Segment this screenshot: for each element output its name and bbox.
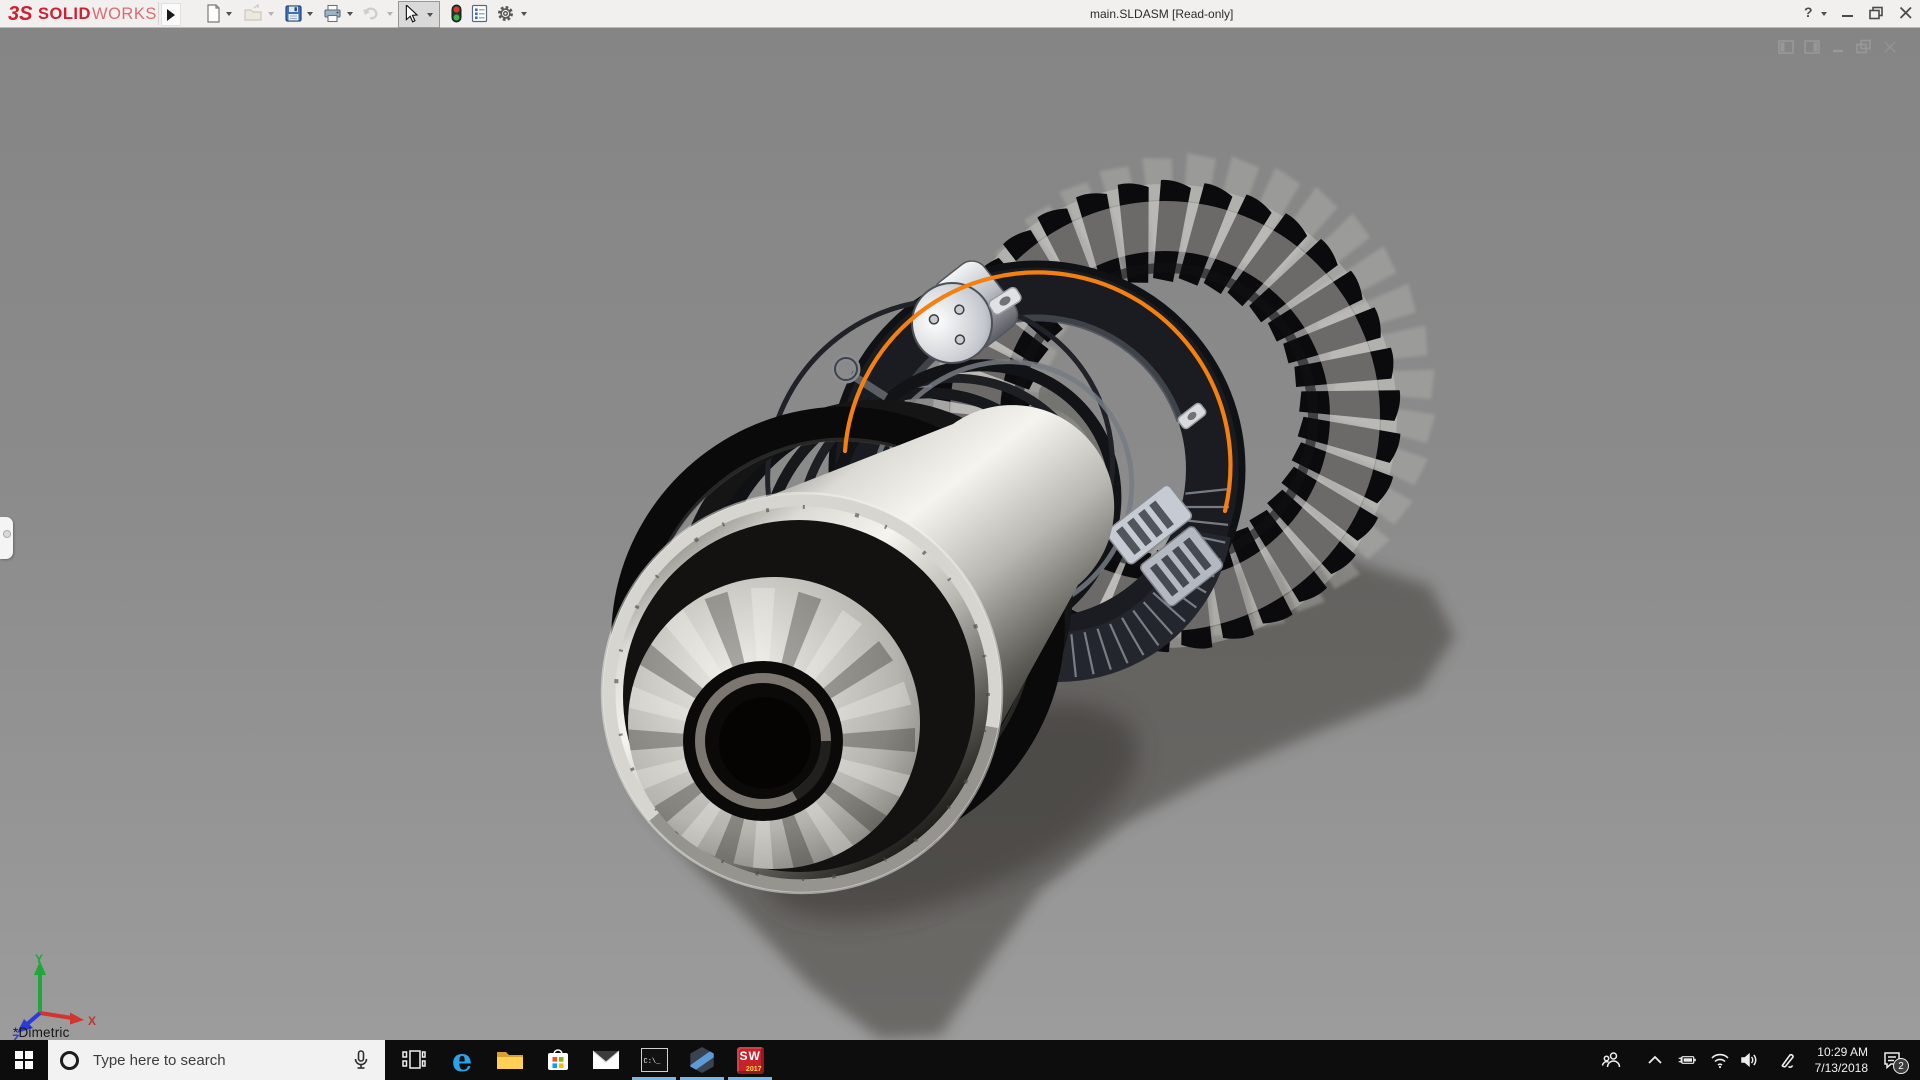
people-icon[interactable]	[1601, 1050, 1621, 1070]
brand-works: WORKS	[92, 5, 157, 23]
triad-x-label: X	[88, 1014, 96, 1028]
restore-button[interactable]	[1868, 5, 1886, 21]
notification-badge: 2	[1893, 1058, 1909, 1074]
options-caret[interactable]	[521, 12, 527, 16]
taskbar-clock[interactable]: 10:29 AM 7/13/2018	[1800, 1044, 1868, 1076]
ds-mark: 3S	[8, 3, 33, 25]
hidden-icons-chevron[interactable]	[1645, 1050, 1665, 1070]
rebuild-traffic-light-icon[interactable]	[447, 4, 466, 23]
clock-time: 10:29 AM	[1800, 1044, 1868, 1060]
hexagon-app-button[interactable]	[678, 1040, 726, 1080]
open-caret	[268, 12, 274, 16]
print-caret[interactable]	[347, 12, 353, 16]
save-caret[interactable]	[307, 12, 313, 16]
search-input[interactable]	[91, 1051, 325, 1070]
windows-logo-icon	[15, 1051, 33, 1069]
taskbar: e C:\_ SW 2017	[0, 1040, 1920, 1080]
store-icon	[545, 1047, 571, 1073]
microphone-icon[interactable]	[353, 1050, 369, 1070]
pane-left-icon	[1779, 41, 1793, 53]
undo-caret	[387, 12, 393, 16]
engine-model[interactable]	[0, 28, 1920, 1040]
sw-icon-letters: SW	[740, 1049, 761, 1063]
edge-icon: e	[452, 1046, 472, 1074]
triad-y-label: Y	[35, 952, 43, 966]
select-tool-button[interactable]	[398, 1, 440, 28]
new-caret[interactable]	[226, 12, 232, 16]
feature-panel-flyout-tab[interactable]	[0, 517, 13, 559]
help-button[interactable]: ?	[1804, 4, 1813, 20]
brand-solid: SOLID	[38, 5, 91, 23]
battery-icon[interactable]	[1677, 1050, 1697, 1070]
help-caret[interactable]	[1821, 12, 1827, 16]
file-properties-icon[interactable]	[470, 4, 489, 23]
folder-icon	[496, 1048, 524, 1072]
store-button[interactable]	[534, 1040, 582, 1080]
options-gear-icon[interactable]	[496, 4, 515, 23]
screen: { "window": { "title": "main.SLDASM [Rea…	[0, 0, 1920, 1080]
solidworks-app-icon: SW 2017	[737, 1047, 764, 1074]
undo-icon	[361, 4, 380, 23]
doc-restore-icon	[1857, 41, 1870, 53]
window-title: main.SLDASM [Read-only]	[1090, 7, 1233, 21]
view-orientation-label: *Dimetric	[13, 1025, 70, 1040]
title-bar: 3S SOLID WORKS	[0, 0, 1920, 28]
cursor-arrow-icon	[404, 5, 420, 23]
task-view-button[interactable]	[390, 1040, 438, 1080]
separator	[158, 2, 159, 25]
flyout-arrow-icon	[167, 9, 175, 21]
windows-ink-pen-icon[interactable]	[1777, 1050, 1797, 1070]
cortana-icon	[60, 1051, 79, 1070]
solidworks-logo: 3S SOLID WORKS	[8, 2, 158, 25]
cmd-icon-text: C:\_	[644, 1058, 661, 1066]
edge-button[interactable]: e	[438, 1040, 486, 1080]
volume-icon[interactable]	[1739, 1050, 1759, 1070]
menu-flyout-button[interactable]	[161, 3, 181, 26]
print-icon[interactable]	[323, 4, 342, 23]
open-icon[interactable]	[244, 4, 263, 23]
taskbar-search[interactable]	[48, 1040, 385, 1080]
mail-icon	[592, 1050, 620, 1070]
hexagon-app-icon	[689, 1047, 715, 1073]
start-button[interactable]	[0, 1040, 48, 1080]
close-button[interactable]	[1898, 5, 1914, 21]
new-document-icon[interactable]	[204, 4, 223, 23]
select-caret[interactable]	[427, 13, 433, 17]
flyout-dot-icon	[3, 530, 11, 538]
mail-button[interactable]	[582, 1040, 630, 1080]
viewport-canvas[interactable]: Y X Z *Dimetric	[0, 27, 1920, 1040]
cmd-icon: C:\_	[641, 1048, 668, 1072]
command-prompt-button[interactable]: C:\_	[630, 1040, 678, 1080]
minimize-button[interactable]	[1840, 5, 1856, 21]
solidworks-app-button[interactable]: SW 2017	[726, 1040, 774, 1080]
sw-icon-year: 2017	[746, 1066, 762, 1073]
save-icon[interactable]	[284, 4, 303, 23]
file-explorer-button[interactable]	[486, 1040, 534, 1080]
clock-date: 7/13/2018	[1800, 1060, 1868, 1076]
document-window-controls[interactable]	[1778, 38, 1914, 56]
pane-right-icon	[1805, 41, 1819, 53]
doc-close-icon	[1885, 42, 1895, 52]
wifi-icon[interactable]	[1710, 1050, 1730, 1070]
